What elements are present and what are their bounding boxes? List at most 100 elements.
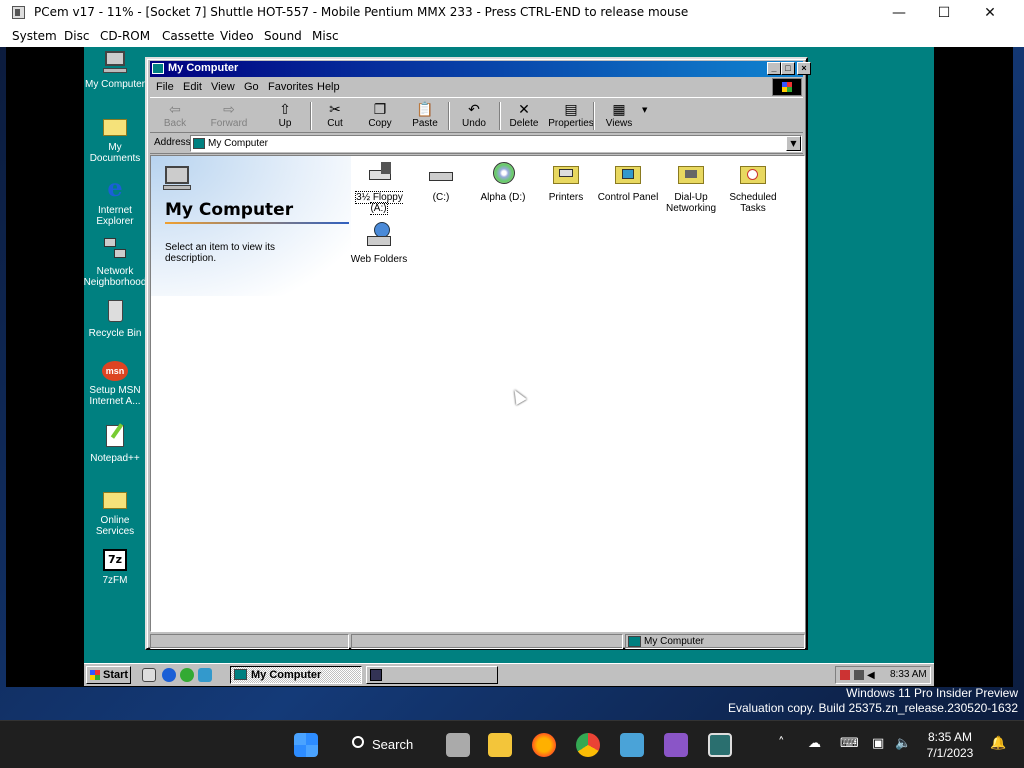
desktop-icon-network-neighborhood[interactable]: Network Neighborhood xyxy=(84,236,148,288)
floppy-drive-item[interactable]: 3½ Floppy (A:) xyxy=(347,160,411,215)
desktop-icon-notepadpp[interactable]: Notepad++ xyxy=(84,423,148,464)
my-computer-window[interactable]: My Computer _ □ × File Edit View Go Favo… xyxy=(145,57,811,650)
address-input[interactable]: My Computer ▼ xyxy=(190,135,802,152)
file-explorer-icon[interactable] xyxy=(488,733,512,757)
undo-button[interactable]: ↶ Undo xyxy=(451,100,497,132)
window-close-button[interactable]: × xyxy=(797,62,811,75)
visual-studio-icon[interactable] xyxy=(664,733,688,757)
win11-taskbar: Search ˄ ☁ ⌨ ▣ 🔈 8:35 AM 7/1/2023 🔔 xyxy=(0,720,1024,768)
tray-clock[interactable]: 8:33 AM xyxy=(890,667,927,683)
taskbar-button-my-computer[interactable]: My Computer xyxy=(230,666,362,684)
menu-cassette[interactable]: Cassette xyxy=(162,29,214,43)
my-computer-small-icon xyxy=(628,636,641,647)
search-icon xyxy=(352,736,364,748)
clock[interactable]: 8:35 AM 7/1/2023 xyxy=(920,729,980,761)
ie-quicklaunch-icon[interactable] xyxy=(162,668,176,682)
taskbar-button-app[interactable] xyxy=(366,666,498,684)
windows-logo-icon xyxy=(772,78,802,96)
web-folders-item[interactable]: Web Folders xyxy=(347,222,411,265)
channels-icon[interactable] xyxy=(198,668,212,682)
menu-system[interactable]: System xyxy=(12,29,57,43)
web-view-title: My Computer xyxy=(165,200,294,220)
paste-button[interactable]: 📋 Paste xyxy=(402,100,448,132)
desktop-icon-internet-explorer[interactable]: e Internet Explorer xyxy=(84,175,148,228)
volume-icon[interactable]: ◀ xyxy=(867,668,875,684)
pcem-window-title: PCem v17 - 11% - [Socket 7] Shuttle HOT-… xyxy=(34,5,689,19)
toolbar-separator xyxy=(448,102,450,130)
minimize-button[interactable]: — xyxy=(876,0,922,26)
menu-file[interactable]: File xyxy=(156,81,174,93)
desktop-icon-label: 7zFM xyxy=(102,575,128,586)
notification-icon[interactable]: 🔔 xyxy=(990,736,1006,751)
menu-video[interactable]: Video xyxy=(220,29,254,43)
printers-item[interactable]: Printers xyxy=(534,160,598,203)
windows-start-icon[interactable] xyxy=(294,733,318,757)
maximize-button[interactable]: ☐ xyxy=(921,0,967,26)
show-desktop-icon[interactable] xyxy=(142,668,156,682)
up-button[interactable]: ⇧ Up xyxy=(262,100,308,132)
window-maximize-button[interactable]: □ xyxy=(781,62,795,75)
desktop-icon-my-computer[interactable]: My Computer xyxy=(84,49,148,90)
desktop-icon-recycle-bin[interactable]: Recycle Bin xyxy=(84,298,148,339)
desktop-icon-online-services[interactable]: Online Services xyxy=(84,485,148,537)
d-drive-item[interactable]: Alpha (D:) xyxy=(471,160,535,203)
menu-edit[interactable]: Edit xyxy=(183,81,202,93)
start-button[interactable]: Start xyxy=(86,666,131,684)
clock-time: 8:35 AM xyxy=(927,730,973,744)
pcem-taskbar-icon[interactable] xyxy=(708,733,732,757)
back-button[interactable]: ⇦ Back xyxy=(152,100,198,132)
speaker-icon[interactable]: 🔈 xyxy=(895,736,911,751)
dialup-networking-icon xyxy=(675,160,707,190)
onedrive-icon[interactable]: ☁ xyxy=(808,736,821,751)
tray-monitor-icon[interactable] xyxy=(854,670,864,680)
menu-disc[interactable]: Disc xyxy=(64,29,89,43)
remote-desktop-icon[interactable] xyxy=(620,733,644,757)
menu-view[interactable]: View xyxy=(211,81,235,93)
menu-cdrom[interactable]: CD-ROM xyxy=(100,29,150,43)
control-panel-item[interactable]: Control Panel xyxy=(596,160,660,203)
tray-network-icon[interactable] xyxy=(840,670,850,680)
task-view-icon[interactable] xyxy=(446,733,470,757)
desktop-icon-7zfm[interactable]: 7z 7zFM xyxy=(84,549,148,586)
firefox-icon[interactable] xyxy=(532,733,556,757)
copy-button[interactable]: ❐ Copy xyxy=(357,100,403,132)
copy-icon: ❐ xyxy=(373,101,387,117)
delete-button[interactable]: ✕ Delete xyxy=(501,100,547,132)
keyboard-icon[interactable]: ⌨ xyxy=(840,736,859,751)
cut-button[interactable]: ✂ Cut xyxy=(312,100,358,132)
properties-button[interactable]: ▤ Properties xyxy=(544,100,598,132)
folder-icon xyxy=(101,112,129,138)
outlook-express-icon[interactable] xyxy=(180,668,194,682)
address-dropdown-button[interactable]: ▼ xyxy=(786,136,801,151)
window-minimize-button[interactable]: _ xyxy=(767,62,781,75)
folder-view[interactable]: My Computer Select an item to view its d… xyxy=(150,155,805,632)
menu-go[interactable]: Go xyxy=(244,81,259,93)
window-title-bar[interactable]: My Computer _ □ × xyxy=(150,61,811,77)
close-button[interactable]: ✕ xyxy=(967,0,1013,26)
my-computer-small-icon xyxy=(152,63,164,74)
my-computer-small-icon xyxy=(234,669,247,680)
views-dropdown-arrow[interactable]: ▼ xyxy=(642,106,647,114)
dialup-networking-item[interactable]: Dial-Up Networking xyxy=(659,160,723,214)
menu-help[interactable]: Help xyxy=(317,81,340,93)
computer-icon xyxy=(101,49,129,75)
desktop-icon-label: Online Services xyxy=(95,515,135,537)
menu-misc[interactable]: Misc xyxy=(312,29,339,43)
network-icon[interactable]: ▣ xyxy=(872,736,884,751)
standard-toolbar: ⇦ Back ⇨ Forward ⇧ Up ✂ Cut ❐ Copy 📋 Paste ↶ Un… xyxy=(150,97,803,133)
status-pane-zone: My Computer xyxy=(625,634,805,649)
forward-button[interactable]: ⇨ Forward xyxy=(206,100,252,132)
chevron-up-icon[interactable]: ˄ xyxy=(778,736,785,751)
desktop-icon-my-documents[interactable]: My Documents xyxy=(84,112,148,164)
desktop-icon-setup-msn[interactable]: msn Setup MSN Internet A... xyxy=(84,361,148,407)
chrome-icon[interactable] xyxy=(576,733,600,757)
menu-favorites[interactable]: Favorites xyxy=(268,81,313,93)
menu-sound[interactable]: Sound xyxy=(264,29,302,43)
up-icon: ⇧ xyxy=(279,101,291,117)
recycle-bin-icon xyxy=(101,298,129,324)
c-drive-item[interactable]: (C:) xyxy=(409,160,473,203)
views-button[interactable]: ▦ Views xyxy=(596,100,642,132)
scheduled-tasks-item[interactable]: Scheduled Tasks xyxy=(721,160,785,214)
windows-watermark: Windows 11 Pro Insider Preview Evaluatio… xyxy=(728,686,1018,716)
hard-drive-icon xyxy=(425,160,457,190)
